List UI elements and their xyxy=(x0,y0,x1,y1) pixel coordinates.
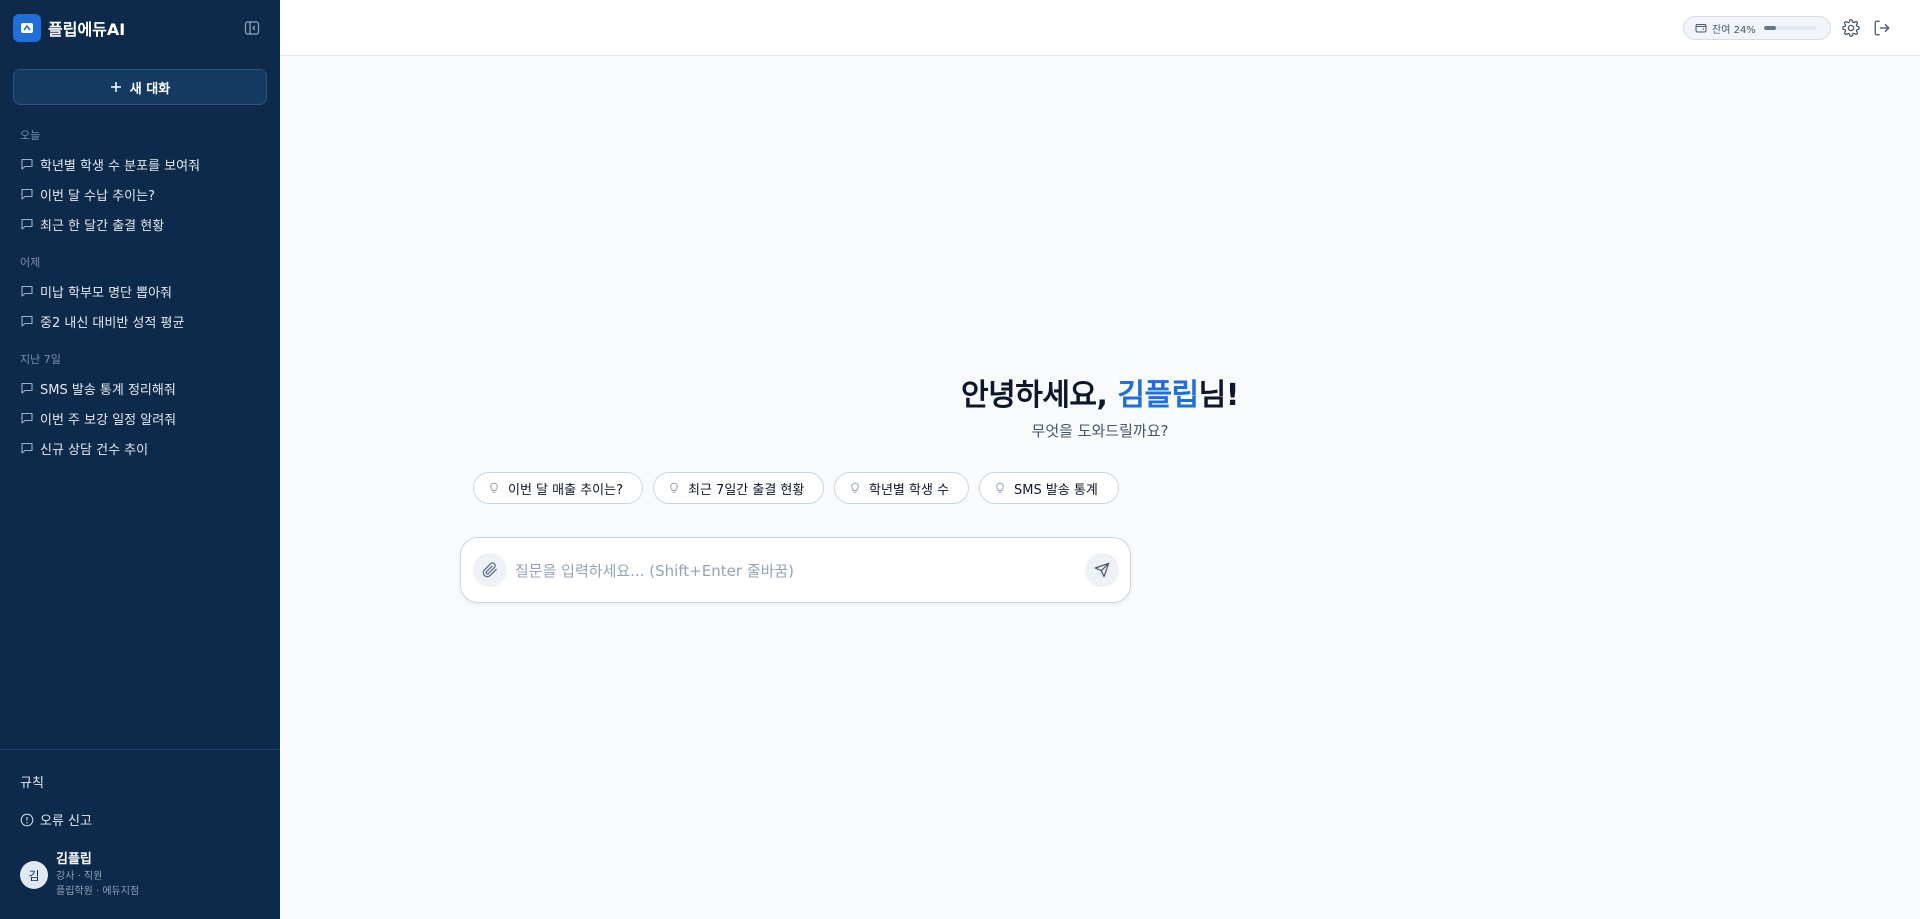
chat-bubble-icon xyxy=(20,314,34,328)
chat-history-item[interactable]: 이번 주 보강 일정 알려줘 xyxy=(20,408,176,428)
send-icon[interactable] xyxy=(1085,553,1119,587)
suggestion-label: SMS 발송 통계 xyxy=(1014,482,1098,498)
brand-name: 플립에듀AI xyxy=(48,20,126,39)
greeting-title: 안녕하세요, 김플립님! xyxy=(280,370,1920,414)
chat-history-item[interactable]: 중2 내신 대비반 성적 평균 xyxy=(20,311,184,331)
user-name: 김플립 xyxy=(56,852,92,867)
chat-history-label: 이번 주 보강 일정 알려줘 xyxy=(40,412,177,428)
plus-icon xyxy=(110,81,122,93)
section-label-last-7-days: 지난 7일 xyxy=(20,353,61,366)
usage-progress-bar xyxy=(1763,26,1816,30)
greeting-subtitle: 무엇을 도와드릴까요? xyxy=(1031,422,1169,440)
chat-bubble-icon xyxy=(20,381,34,395)
suggestion-label: 최근 7일간 출결 현황 xyxy=(688,482,805,498)
chat-bubble-icon xyxy=(20,284,34,298)
chat-history-label: 학년별 학생 수 분포를 보여줘 xyxy=(40,158,201,174)
chat-history-label: SMS 발송 통계 정리해줘 xyxy=(40,382,176,398)
greeting-prefix: 안녕하세요, xyxy=(961,378,1118,413)
user-org: 플립학원 · 에듀지점 xyxy=(56,886,140,897)
chat-bubble-icon xyxy=(20,217,34,231)
suggestion-chip[interactable]: 학년별 학생 수 xyxy=(834,472,969,504)
new-chat-button[interactable]: 새 대화 xyxy=(13,69,267,105)
greeting-suffix: 님! xyxy=(1198,378,1240,413)
chat-input[interactable] xyxy=(515,558,1055,584)
suggestion-chip[interactable]: 최근 7일간 출결 현황 xyxy=(653,472,824,504)
section-label-yesterday: 어제 xyxy=(20,256,41,269)
lightbulb-icon xyxy=(994,482,1006,494)
alert-circle-icon xyxy=(20,813,34,827)
rules-link[interactable]: 규칙 xyxy=(20,772,44,791)
user-profile[interactable]: 김 김플립 강사 · 직원 플립학원 · 에듀지점 xyxy=(20,851,139,899)
chat-history-label: 신규 상담 건수 추이 xyxy=(40,442,149,458)
chat-history-item[interactable]: 신규 상담 건수 추이 xyxy=(20,438,148,458)
usage-progress-fill xyxy=(1763,26,1777,30)
greeting-user-name: 김플립 xyxy=(1117,378,1199,413)
report-error-link[interactable]: 오류 신고 xyxy=(20,810,92,829)
lightbulb-icon xyxy=(668,482,680,494)
suggestion-label: 이번 달 매출 추이는? xyxy=(508,482,623,498)
chat-history-label: 미납 학부모 명단 뽑아줘 xyxy=(40,285,172,301)
attach-paperclip-icon[interactable] xyxy=(473,553,507,587)
wallet-icon xyxy=(1695,22,1707,34)
suggestion-label: 학년별 학생 수 xyxy=(869,482,950,498)
chat-input-box xyxy=(460,537,1131,603)
chat-history-label: 중2 내신 대비반 성적 평균 xyxy=(40,315,185,331)
chat-history-item[interactable]: 최근 한 달간 출결 현황 xyxy=(20,214,164,234)
user-info: 김플립 강사 · 직원 플립학원 · 에듀지점 xyxy=(56,851,139,899)
chat-bubble-icon xyxy=(20,441,34,455)
chat-history-item[interactable]: 학년별 학생 수 분포를 보여줘 xyxy=(20,154,200,174)
chat-history-item[interactable]: 미납 학부모 명단 뽑아줘 xyxy=(20,281,172,301)
suggestion-chip[interactable]: SMS 발송 통계 xyxy=(979,472,1119,504)
lightbulb-icon xyxy=(488,482,500,494)
chat-bubble-icon xyxy=(20,187,34,201)
logout-icon[interactable] xyxy=(1872,18,1892,38)
suggestion-chip[interactable]: 이번 달 매출 추이는? xyxy=(473,472,643,504)
brand[interactable]: 플립에듀AI xyxy=(13,14,125,42)
section-label-today: 오늘 xyxy=(20,129,41,142)
sidebar: 플립에듀AI 새 대화 오늘 학년별 학생 수 분포를 보여줘 이번 달 수납 … xyxy=(0,0,280,919)
chat-history-label: 최근 한 달간 출결 현황 xyxy=(40,218,165,234)
chat-history-label: 이번 달 수납 추이는? xyxy=(40,188,155,204)
sidebar-collapse-icon[interactable] xyxy=(243,19,261,37)
avatar: 김 xyxy=(20,861,48,889)
topbar: 잔여 24% xyxy=(280,0,1920,56)
settings-gear-icon[interactable] xyxy=(1841,18,1861,38)
usage-label: 잔여 24% xyxy=(1712,24,1756,36)
lightbulb-icon xyxy=(849,482,861,494)
chat-bubble-icon xyxy=(20,157,34,171)
chat-bubble-icon xyxy=(20,411,34,425)
report-error-label: 오류 신고 xyxy=(40,814,92,829)
usage-badge[interactable]: 잔여 24% xyxy=(1683,16,1831,40)
brand-logo-icon xyxy=(13,14,41,42)
new-chat-label: 새 대화 xyxy=(129,81,171,97)
user-role: 강사 · 직원 xyxy=(56,871,103,882)
chat-history-item[interactable]: SMS 발송 통계 정리해줘 xyxy=(20,378,176,398)
chat-history-item[interactable]: 이번 달 수납 추이는? xyxy=(20,184,155,204)
sidebar-divider xyxy=(0,749,280,750)
